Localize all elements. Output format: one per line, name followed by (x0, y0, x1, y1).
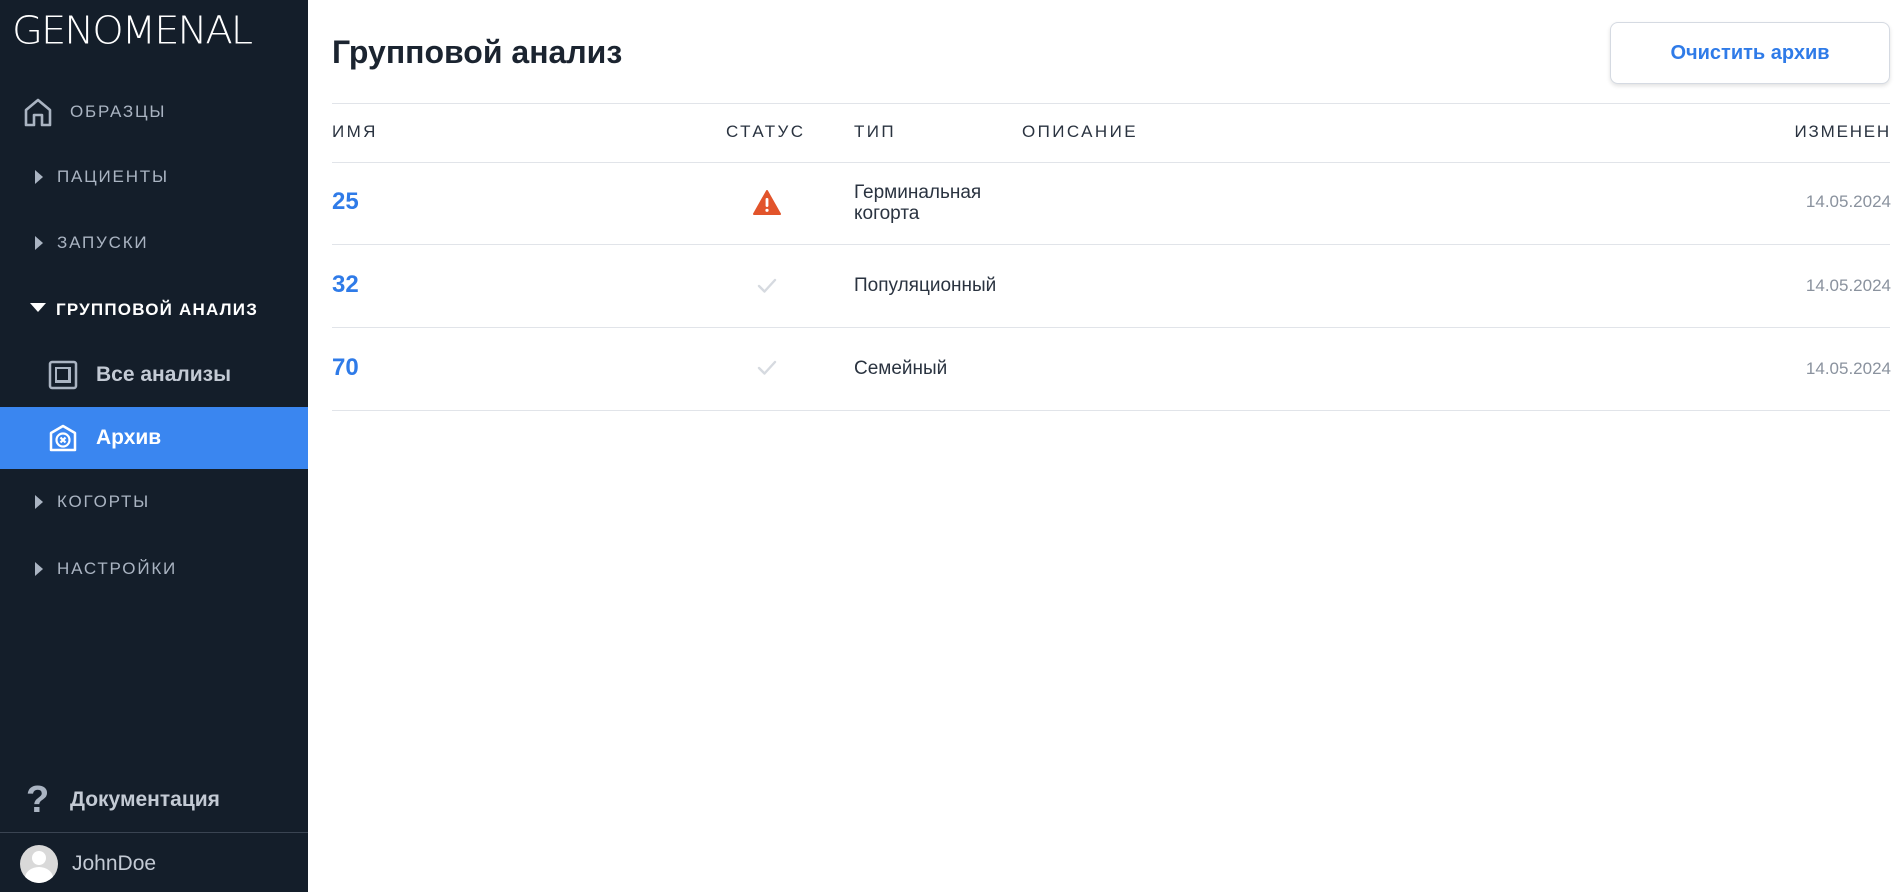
sidebar-item-runs[interactable]: ЗАПУСКИ (0, 225, 308, 261)
sidebar-item-cohorts[interactable]: КОГОРТЫ (0, 484, 308, 520)
row-name-link[interactable]: 70 (332, 354, 359, 382)
sidebar-item-label: КОГОРТЫ (57, 492, 151, 511)
row-type: Популяционный (854, 275, 996, 296)
caret-down-icon (30, 303, 46, 317)
row-type-line: Семейный (854, 358, 948, 379)
column-header-type[interactable]: ТИП (854, 122, 896, 142)
row-modified-date: 14.05.2024 (1805, 192, 1891, 211)
row-type: Семейный (854, 358, 947, 379)
user-menu[interactable]: JohnDoe (0, 842, 308, 886)
sidebar-item-label: ПАЦИЕНТЫ (57, 167, 169, 186)
sidebar-item-group-analysis[interactable]: ГРУППОВОЙ АНАЛИЗ (0, 292, 308, 328)
row-modified-date: 14.05.2024 (1805, 359, 1891, 378)
divider (332, 244, 1890, 245)
column-header-status[interactable]: СТАТУС (726, 122, 805, 142)
sidebar-subitem-label: Архив (96, 426, 162, 449)
home-icon (24, 98, 52, 127)
stacked-squares-icon (48, 360, 78, 390)
sidebar-item-samples[interactable]: ОБРАЗЦЫ (0, 94, 308, 130)
app-logo[interactable]: GENOMENAL (12, 9, 253, 53)
avatar (20, 845, 58, 883)
caret-right-icon (35, 495, 45, 509)
row-type-line: когорта (854, 203, 920, 224)
column-header-modified[interactable]: ИЗМЕНЕН (1795, 122, 1891, 142)
row-name-link[interactable]: 25 (332, 188, 359, 216)
column-header-name[interactable]: ИМЯ (332, 122, 378, 142)
app-root: GENOMENAL ОБРАЗЦЫ ПАЦИЕНТЫ ЗАПУСКИ ГРУПП… (0, 0, 1897, 892)
divider (332, 410, 1890, 411)
row-type-line: Герминальная (854, 182, 982, 203)
caret-right-icon (35, 170, 45, 184)
sidebar: GENOMENAL ОБРАЗЦЫ ПАЦИЕНТЫ ЗАПУСКИ ГРУПП… (0, 0, 308, 892)
row-modified-date: 14.05.2024 (1805, 276, 1891, 295)
question-icon: ? (26, 778, 50, 821)
archive-x-icon (49, 424, 77, 452)
warning-triangle-icon (753, 190, 781, 215)
caret-right-icon (35, 562, 45, 576)
page-title: Групповой анализ (332, 34, 623, 70)
sidebar-subitem-archive[interactable]: Архив (0, 407, 308, 469)
sidebar-item-patients[interactable]: ПАЦИЕНТЫ (0, 159, 308, 195)
sidebar-item-label: ОБРАЗЦЫ (70, 102, 167, 121)
column-header-description[interactable]: ОПИСАНИЕ (1022, 122, 1138, 142)
divider (332, 103, 1890, 104)
sidebar-item-label: ГРУППОВОЙ АНАЛИЗ (56, 300, 259, 319)
sidebar-item-settings[interactable]: НАСТРОЙКИ (0, 551, 308, 587)
sidebar-item-label: ЗАПУСКИ (57, 233, 149, 252)
sidebar-divider (0, 832, 308, 833)
caret-right-icon (35, 236, 45, 250)
docs-label: Документация (70, 788, 220, 811)
check-icon (757, 278, 777, 293)
user-name: JohnDoe (72, 852, 157, 875)
sidebar-subitem-all-analyses[interactable]: Все анализы (0, 344, 308, 406)
sidebar-docs-link[interactable]: ? Документация (0, 778, 308, 822)
sidebar-item-label: НАСТРОЙКИ (57, 559, 178, 578)
check-icon (757, 360, 777, 375)
sidebar-subitem-label: Все анализы (96, 363, 232, 386)
main-content: Групповой анализ Очистить архив ИМЯ СТАТ… (308, 0, 1897, 892)
row-name-link[interactable]: 32 (332, 271, 359, 299)
row-type: Герминальная когорта (854, 182, 981, 224)
row-type-line: Популяционный (854, 275, 997, 296)
clear-archive-button[interactable]: Очистить архив (1610, 22, 1890, 84)
divider (332, 162, 1890, 163)
divider (332, 327, 1890, 328)
